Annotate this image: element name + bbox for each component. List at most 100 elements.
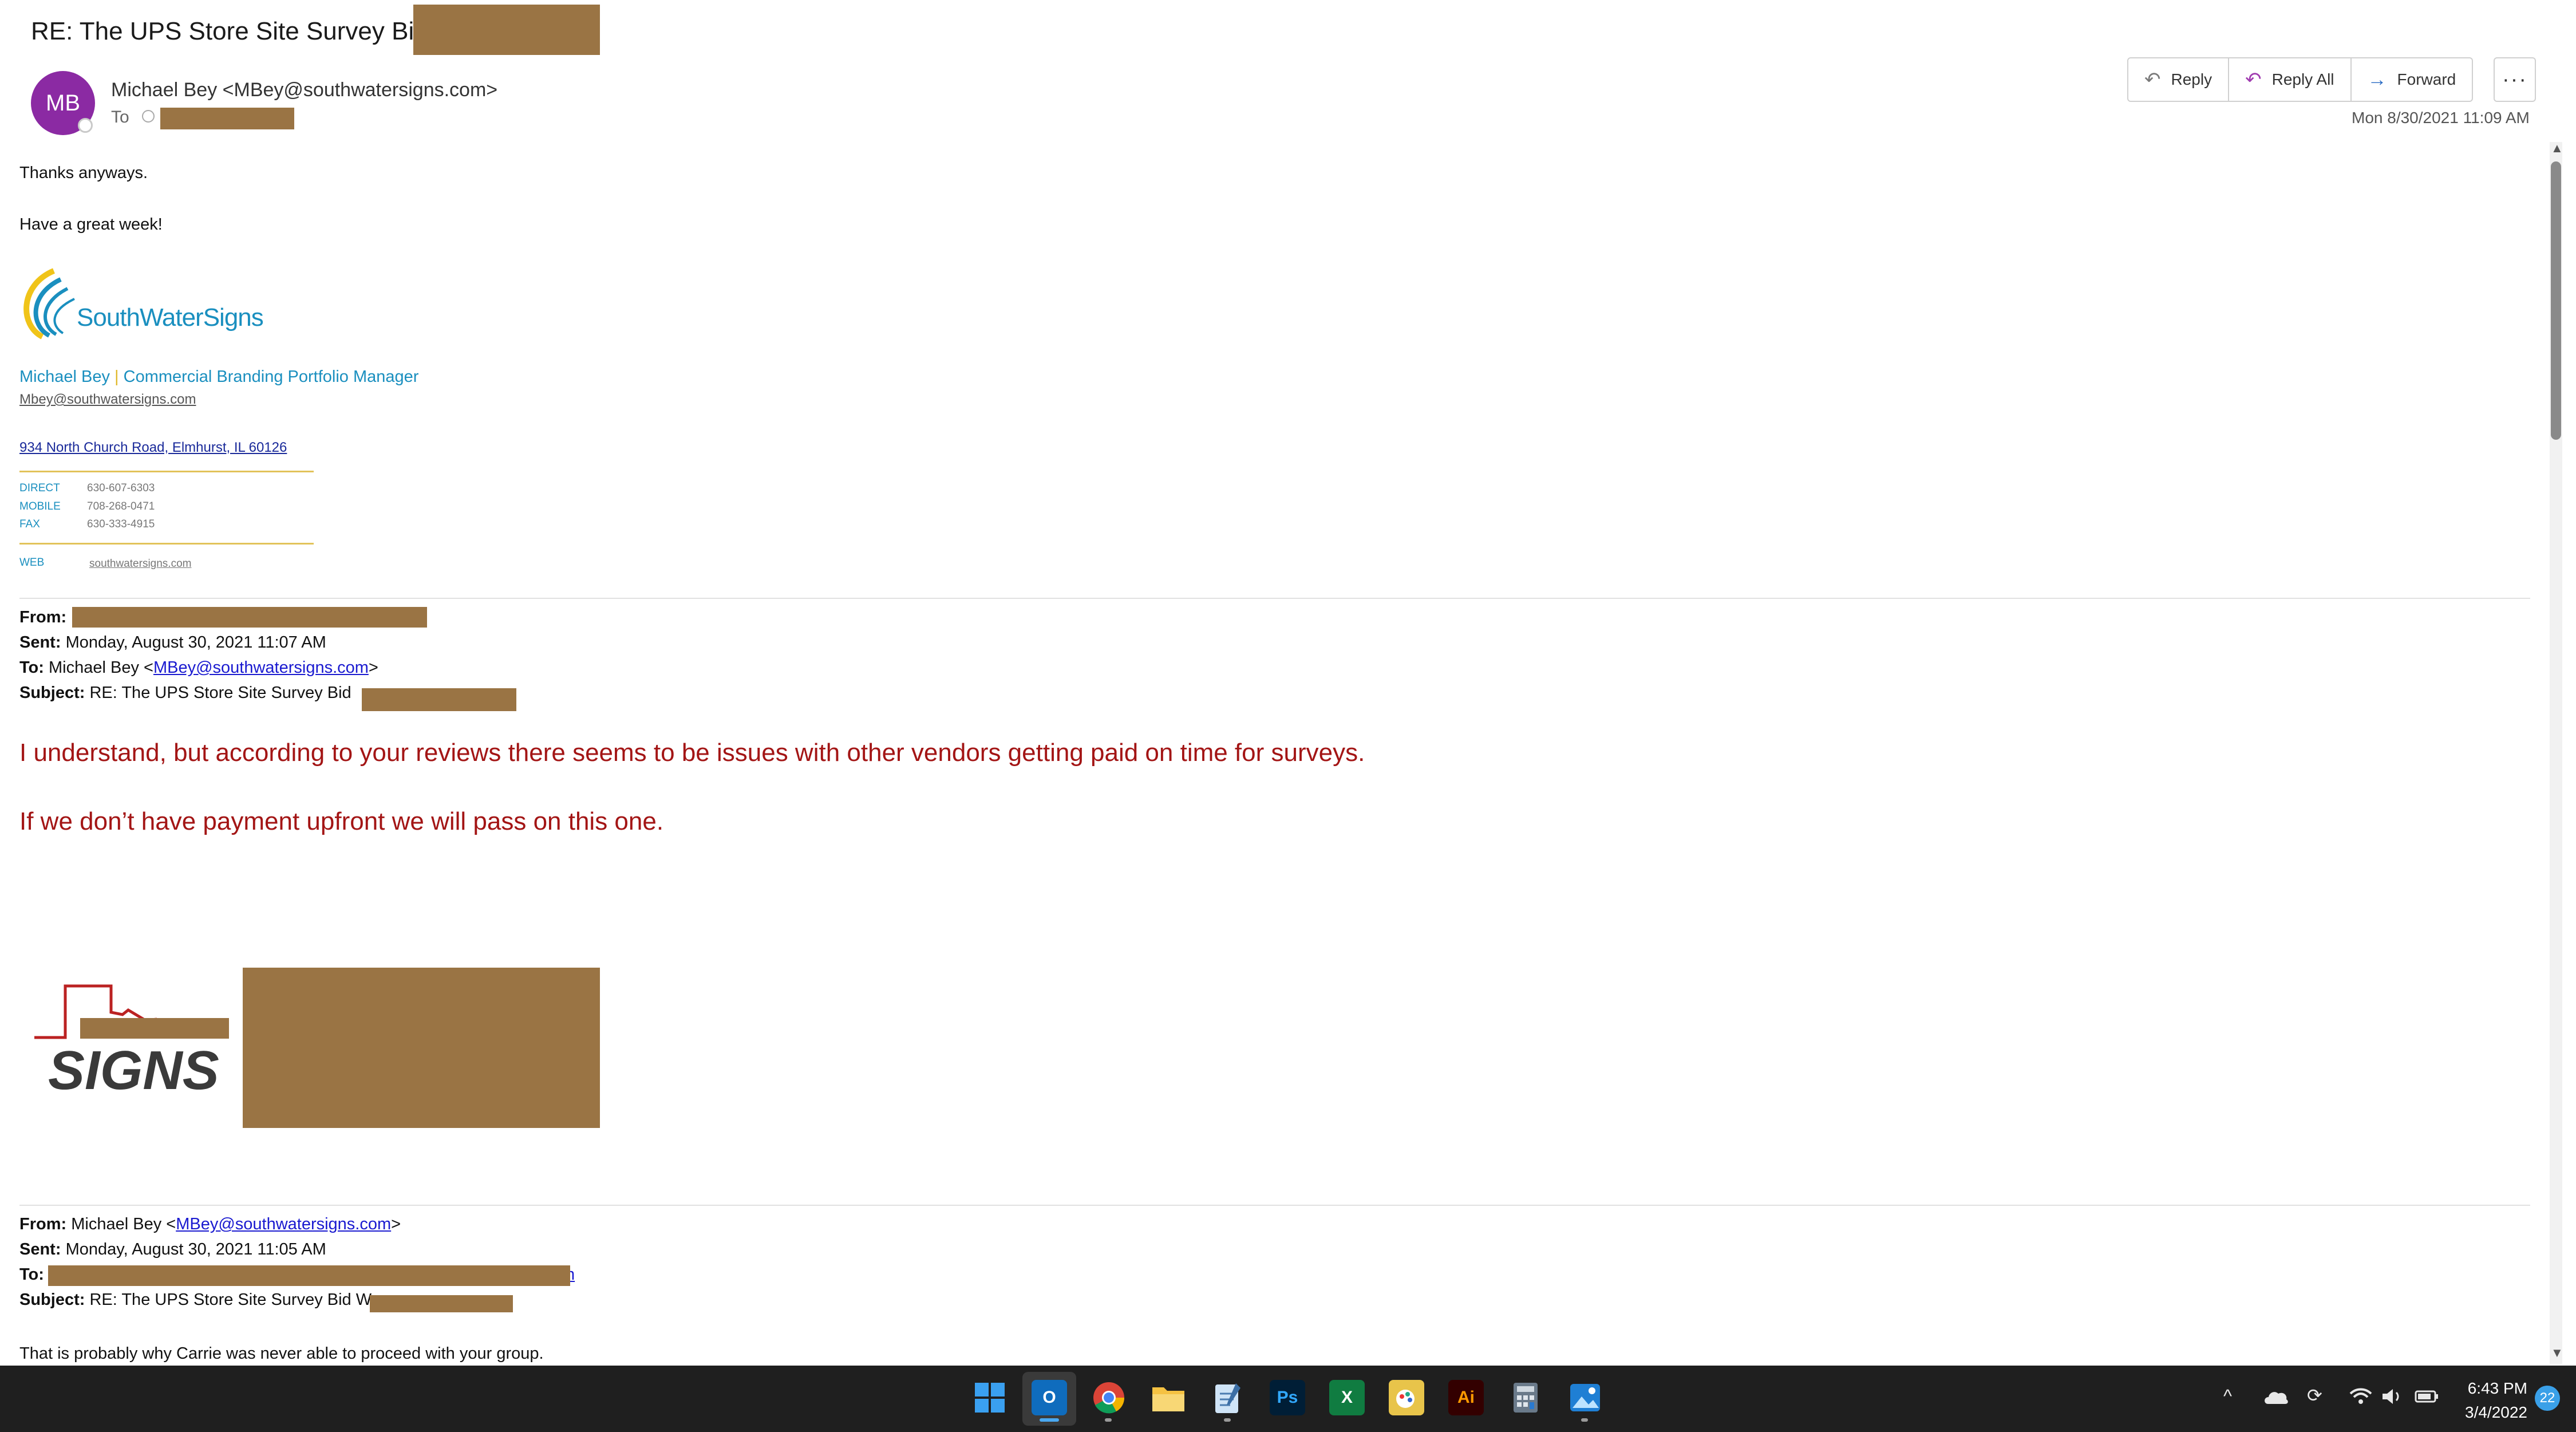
chrome-running-indicator [1105, 1418, 1112, 1422]
email-subject: RE: The UPS Store Site Survey Bid W [31, 17, 459, 45]
direct-label: DIRECT [19, 482, 60, 494]
clock-date: 3/4/2022 [2465, 1403, 2527, 1421]
quoted2-from: From: Michael Bey <MBey@southwatersigns.… [19, 1215, 401, 1234]
southwater-logo-text: SouthWaterSigns [77, 303, 264, 332]
photoshop-icon[interactable]: Ps [1270, 1380, 1305, 1415]
outlook-active-indicator [1040, 1418, 1059, 1422]
chevron-up-icon[interactable]: ^ [2223, 1386, 2232, 1407]
signature-title: Commercial Branding Portfolio Manager [123, 368, 419, 386]
mobile-label: MOBILE [19, 500, 61, 512]
start-icon[interactable] [972, 1380, 1008, 1415]
reply-all-icon: ↶ [2245, 69, 2262, 90]
redacted-from [72, 607, 427, 628]
fax-number: 630-333-4915 [87, 518, 155, 530]
redacted-to-2 [48, 1265, 570, 1286]
recipient-presence-icon [142, 110, 155, 123]
wifi-icon[interactable] [2349, 1387, 2372, 1408]
illustrator-icon[interactable]: Ai [1448, 1380, 1484, 1415]
subject-label-2: Subject: [19, 1291, 85, 1309]
from-label-2: From: [19, 1215, 67, 1233]
redacted-signature-block [243, 968, 600, 1128]
subject-value: RE: The UPS Store Site Survey Bid [89, 684, 351, 702]
forward-icon: → [2367, 68, 2387, 90]
more-options-button[interactable]: ··· [2494, 57, 2536, 102]
scrollbar-thumb[interactable] [2551, 161, 2561, 440]
paint-icon[interactable] [1389, 1380, 1424, 1415]
quoted2-to: To: n [19, 1265, 575, 1284]
message-actions: ↶ Reply ↶ Reply All → Forward [2127, 57, 2474, 102]
to-label-1: To: [19, 658, 44, 677]
quoted1-from: From: [19, 608, 66, 627]
system-clock[interactable]: 6:43 PM 3/4/2022 [2465, 1376, 2527, 1425]
quoted1-to: To: Michael Bey <MBey@southwatersigns.co… [19, 658, 378, 677]
signs-logo-text: SIGNS [48, 1040, 219, 1100]
photoshop-label: Ps [1277, 1388, 1298, 1407]
quoted2-subject: Subject: RE: The UPS Store Site Survey B… [19, 1291, 372, 1309]
quoted1-subject: Subject: RE: The UPS Store Site Survey B… [19, 684, 351, 703]
sync-icon[interactable]: ⟳ [2307, 1384, 2322, 1406]
photos-icon[interactable] [1567, 1380, 1603, 1415]
body-line-2: Have a great week! [19, 215, 163, 234]
quoted1-message-1: I understand, but according to your revi… [19, 739, 1365, 767]
direct-phone: 630-607-6303 [87, 482, 155, 494]
signature-divider [19, 471, 314, 472]
from-name: Michael Bey < [71, 1215, 176, 1233]
volume-icon[interactable] [2381, 1387, 2404, 1409]
sent-label: Sent: [19, 633, 61, 652]
notification-badge[interactable]: 22 [2535, 1386, 2560, 1411]
quoted2-sent: Sent: Monday, August 30, 2021 11:05 AM [19, 1240, 326, 1259]
avatar-initials: MB [46, 90, 80, 116]
sender-name[interactable]: Michael Bey <MBey@southwatersigns.com> [111, 79, 497, 101]
calculator-icon[interactable] [1508, 1380, 1543, 1415]
reply-all-label: Reply All [2271, 70, 2334, 88]
from-end: > [391, 1215, 401, 1233]
notification-count: 22 [2539, 1390, 2555, 1406]
chrome-icon[interactable] [1091, 1380, 1127, 1415]
excel-icon[interactable]: X [1329, 1380, 1365, 1415]
more-icon: ··· [2502, 67, 2527, 92]
notepad-icon[interactable] [1210, 1380, 1246, 1415]
scroll-down-icon[interactable]: ▼ [2551, 1346, 2563, 1360]
from-email-link[interactable]: MBey@southwatersigns.com [176, 1215, 391, 1233]
from-label: From: [19, 608, 67, 626]
presence-icon [78, 118, 93, 133]
subject-label: Subject: [19, 684, 85, 702]
forward-label: Forward [2397, 70, 2456, 88]
signature-name-title: Michael Bey | Commercial Branding Portfo… [19, 368, 418, 386]
reply-all-button[interactable]: ↶ Reply All [2229, 58, 2352, 101]
web-link[interactable]: southwatersigns.com [89, 558, 191, 570]
redacted-subject-2 [370, 1295, 513, 1312]
reply-icon: ↶ [2144, 69, 2161, 90]
quote-separator-2 [19, 1205, 2530, 1206]
file-explorer-icon[interactable] [1151, 1380, 1186, 1415]
reply-button[interactable]: ↶ Reply [2128, 58, 2230, 101]
redacted-subject [413, 5, 600, 55]
to-name: Michael Bey < [49, 658, 153, 677]
signature-address-link[interactable]: 934 North Church Road, Elmhurst, IL 6012… [19, 440, 287, 456]
quoted1-message-2: If we don’t have payment upfront we will… [19, 807, 664, 835]
web-label: WEB [19, 557, 45, 569]
signature-divider-2 [19, 543, 314, 545]
to-label: To [111, 108, 129, 127]
notepad-running-indicator [1224, 1418, 1231, 1422]
reply-label: Reply [2171, 70, 2212, 88]
redacted-recipient [160, 108, 294, 129]
quoted2-body: That is probably why Carrie was never ab… [19, 1344, 544, 1363]
sent-value: Monday, August 30, 2021 11:07 AM [65, 633, 326, 652]
forward-button[interactable]: → Forward [2352, 58, 2472, 101]
to-email-link[interactable]: MBey@southwatersigns.com [153, 658, 369, 677]
signature-separator: | [114, 368, 119, 386]
to-end: > [368, 658, 378, 677]
outlook-icon[interactable]: O [1032, 1380, 1067, 1415]
illustrator-label: Ai [1457, 1388, 1475, 1407]
signs-company-logo-icon: SIGNS [34, 984, 229, 1100]
clock-time: 6:43 PM [2467, 1379, 2527, 1397]
onedrive-icon[interactable] [2263, 1389, 2289, 1408]
signature-email-link[interactable]: Mbey@southwatersigns.com [19, 392, 196, 408]
fax-label: FAX [19, 518, 40, 530]
battery-icon[interactable] [2415, 1388, 2440, 1408]
redacted-subject-1 [362, 688, 516, 711]
to-label-2: To: [19, 1265, 44, 1284]
message-date: Mon 8/30/2021 11:09 AM [2352, 109, 2530, 127]
scroll-up-icon[interactable]: ▲ [2551, 141, 2563, 156]
